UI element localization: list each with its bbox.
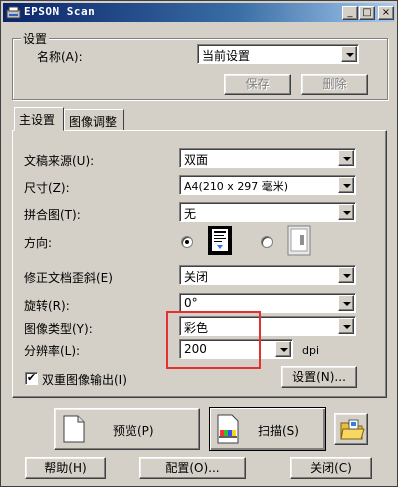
delete-settings-label: 删除 [322, 77, 347, 91]
chevron-down-icon[interactable] [275, 341, 291, 357]
scan-icon [216, 414, 240, 447]
epson-app-icon [6, 5, 21, 20]
tab-image-adjustment[interactable]: 图像调整 [64, 109, 124, 131]
help-label: 帮助(H) [44, 461, 87, 475]
settings-name-select[interactable]: 当前设置 [197, 44, 359, 64]
config-settings-button[interactable]: 设置(N)... [281, 366, 357, 388]
chevron-down-icon[interactable] [338, 177, 354, 193]
landscape-orientation-icon[interactable] [287, 225, 311, 256]
maximize-button[interactable]: □ [359, 6, 375, 20]
size-label: 尺寸(Z): [24, 181, 70, 195]
chevron-down-icon[interactable] [338, 267, 354, 283]
minimize-button[interactable]: _ [342, 6, 358, 20]
title-bar[interactable]: EPSON Scan _ □ × [3, 3, 395, 22]
chevron-down-icon[interactable] [338, 204, 354, 220]
delete-settings-button[interactable]: 删除 [301, 74, 368, 95]
open-folder-button[interactable] [334, 413, 368, 445]
resolution-label: 分辨率(L): [24, 344, 81, 358]
scan-button[interactable]: 扫描(S) [209, 407, 326, 451]
source-value: 双面 [184, 153, 209, 167]
settings-name-label: 名称(A): [37, 50, 83, 64]
tab-main-settings[interactable]: 主设置 [14, 107, 64, 131]
preview-button[interactable]: 预览(P) [54, 408, 200, 450]
skew-value: 关闭 [184, 270, 209, 284]
stitch-value: 无 [184, 207, 197, 221]
rotate-select[interactable]: 0° [179, 293, 356, 313]
rotate-value: 0° [184, 296, 198, 310]
window-title: EPSON Scan [24, 5, 96, 18]
chevron-down-icon[interactable] [338, 318, 354, 334]
tab-image-adjustment-label: 图像调整 [69, 115, 118, 129]
orientation-portrait-radio[interactable] [181, 236, 193, 248]
config-settings-label: 设置(N)... [292, 370, 346, 384]
configure-label: 配置(O)... [165, 461, 220, 475]
chevron-down-icon[interactable] [341, 46, 357, 62]
folder-icon [339, 418, 365, 445]
configure-button[interactable]: 配置(O)... [139, 457, 246, 479]
source-label: 文稿来源(U): [24, 154, 95, 168]
orientation-label: 方向: [24, 236, 53, 250]
close-button[interactable]: 关闭(C) [290, 457, 372, 479]
highlight-box [166, 311, 261, 369]
scan-label: 扫描(S) [258, 424, 299, 438]
stitch-select[interactable]: 无 [179, 202, 356, 222]
portrait-orientation-icon[interactable] [207, 225, 233, 256]
help-button[interactable]: 帮助(H) [25, 457, 106, 479]
image-type-label: 图像类型(Y): [24, 322, 93, 336]
settings-group-legend: 设置 [21, 30, 50, 47]
skew-select[interactable]: 关闭 [179, 265, 356, 285]
double-output-label: 双重图像输出(I) [42, 373, 127, 387]
epson-scan-window: EPSON Scan _ □ × 设置 名称(A): 当前设置 保存 删除 主设… [0, 0, 398, 487]
save-settings-label: 保存 [245, 77, 270, 91]
stitch-label: 拼合图(T): [24, 208, 81, 222]
orientation-landscape-radio[interactable] [261, 236, 273, 248]
close-window-button[interactable]: × [378, 6, 394, 20]
settings-name-value: 当前设置 [202, 49, 251, 63]
source-select[interactable]: 双面 [179, 148, 356, 168]
tab-main-settings-label: 主设置 [19, 113, 56, 127]
chevron-down-icon[interactable] [338, 295, 354, 311]
resolution-unit: dpi [302, 344, 320, 357]
size-select[interactable]: A4(210 x 297 毫米) [179, 175, 356, 195]
preview-label: 预览(P) [113, 424, 154, 438]
close-label: 关闭(C) [310, 461, 352, 475]
document-icon [63, 415, 85, 446]
size-value: A4(210 x 297 毫米) [184, 180, 289, 193]
chevron-down-icon[interactable] [338, 150, 354, 166]
rotate-label: 旋转(R): [24, 299, 70, 313]
save-settings-button[interactable]: 保存 [224, 74, 291, 95]
double-output-checkbox[interactable]: ✔ [25, 372, 38, 385]
skew-label: 修正文档歪斜(E) [24, 271, 113, 285]
